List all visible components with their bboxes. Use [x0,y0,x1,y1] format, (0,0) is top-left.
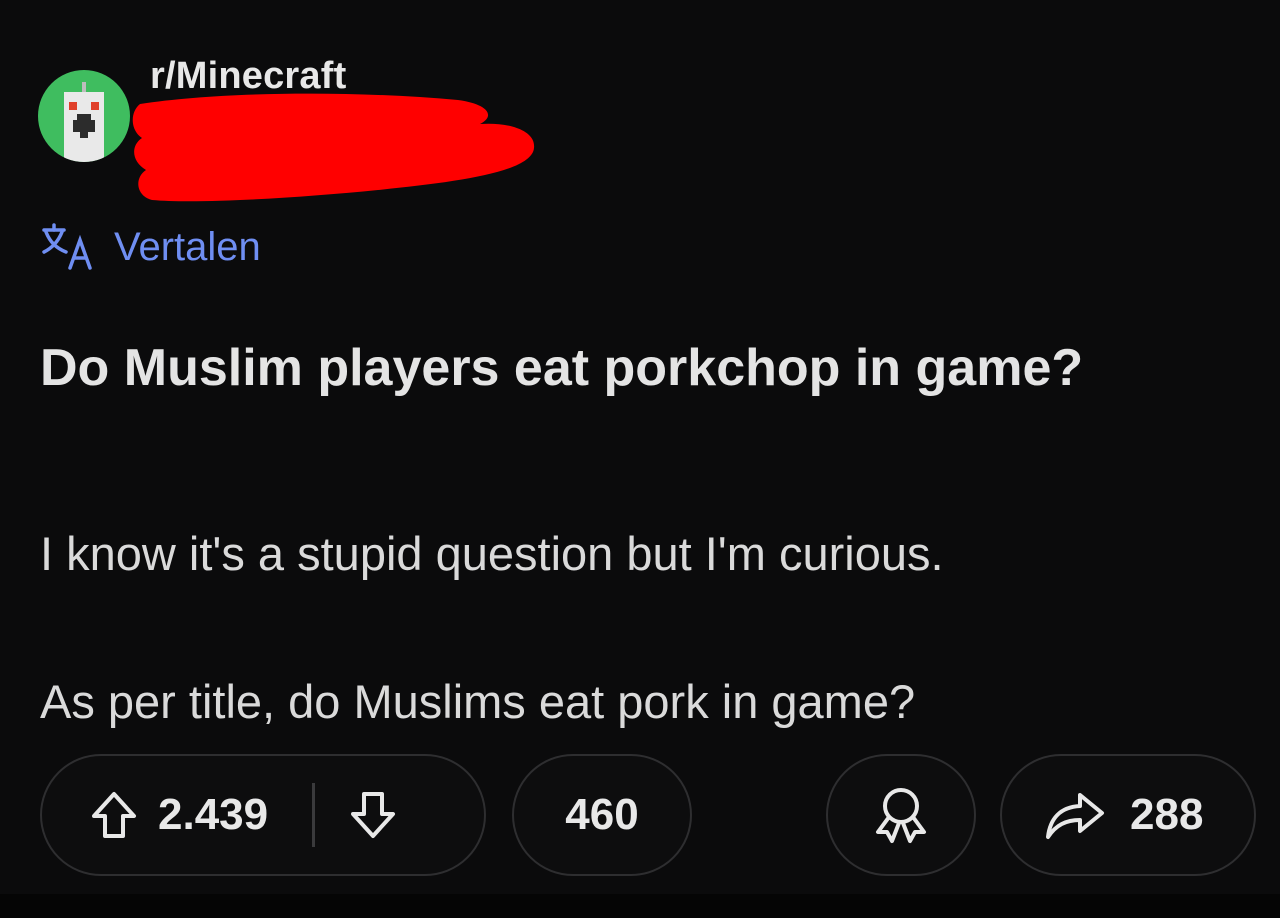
creeper-avatar-icon [64,82,104,162]
post-title[interactable]: Do Muslim players eat porkchop in game? [40,330,1210,406]
share-count: 288 [1130,790,1204,839]
post-card: r/Minecraft Vertalen Do Muslim players e… [0,0,1280,918]
share-button[interactable]: 288 [1000,754,1256,876]
upvote-count: 2.439 [158,790,269,839]
award-icon [876,788,926,843]
translate-button[interactable]: Vertalen [40,222,261,272]
comment-count: 460 [565,790,639,839]
post-body-paragraph-1: I know it's a stupid question but I'm cu… [40,527,944,580]
vote-bar: 2.439 [40,754,486,876]
share-icon-wrap [1044,789,1106,841]
award-button[interactable] [826,754,976,876]
subreddit-avatar[interactable] [38,70,130,162]
arrow-down-icon [351,792,396,838]
comments-button[interactable]: 460 [512,754,692,876]
upvote-button[interactable] [90,790,138,840]
translate-label: Vertalen [114,224,261,269]
vote-divider [312,783,316,847]
username-redaction-scribble [132,93,535,202]
post-body-paragraph-2: As per title, do Muslims eat pork in gam… [40,675,916,728]
bottom-edge [0,894,1280,918]
translate-icon [42,223,92,270]
arrow-up-icon [92,792,136,838]
share-arrow-icon [1046,793,1104,839]
downvote-button[interactable] [349,790,397,840]
